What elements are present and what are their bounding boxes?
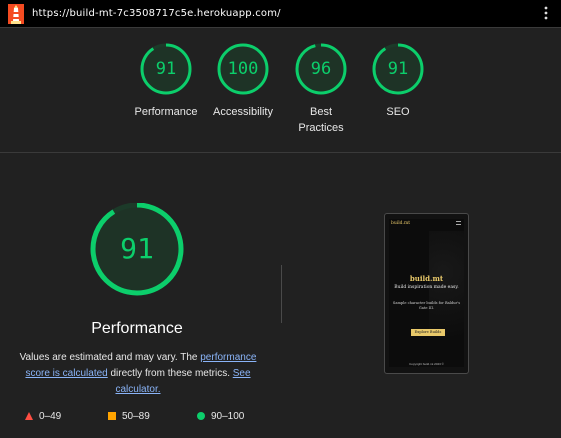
legend-range: 90–100 bbox=[211, 411, 245, 422]
big-gauge-score: 91 bbox=[120, 232, 154, 265]
screenshot-header: build.mt bbox=[391, 221, 411, 226]
gauge-score: 91 bbox=[155, 59, 177, 79]
note-text: directly from these metrics. bbox=[107, 368, 233, 379]
category-gauges: 91 Performance 100 Accessibility 96 Best… bbox=[0, 28, 561, 152]
gauge-seo[interactable]: 91 SEO bbox=[363, 42, 433, 120]
url-text: https://build-mt-7c3508717c5e.herokuapp.… bbox=[32, 8, 281, 19]
screenshot-tagline: Build inspiration made easy. bbox=[394, 285, 459, 290]
gauge-label: SEO bbox=[386, 106, 410, 118]
screenshot-footer: Copyright build.mt 2023 © bbox=[409, 362, 444, 366]
legend-average: 50–89 bbox=[108, 411, 150, 422]
circle-pass-icon bbox=[197, 412, 205, 421]
legend-range: 50–89 bbox=[122, 411, 150, 422]
gauge-performance[interactable]: 91 Performance bbox=[131, 42, 201, 120]
gauge-label: Performance bbox=[134, 106, 198, 118]
screenshot-page: build.mt build.mt Build inspiration made… bbox=[389, 219, 464, 367]
legend-range: 0–49 bbox=[39, 411, 62, 422]
note-text: Values are estimated and may vary. The bbox=[19, 352, 201, 363]
section-divider bbox=[0, 152, 561, 153]
screenshot-brand: build.mt bbox=[409, 274, 444, 283]
background-texture bbox=[429, 231, 464, 367]
gauge-score: 91 bbox=[387, 59, 409, 79]
hamburger-icon bbox=[456, 221, 461, 225]
gauge-label: Best Practices bbox=[298, 106, 344, 134]
legend-pass: 90–100 bbox=[197, 411, 244, 422]
legend-fail: 0–49 bbox=[25, 411, 61, 422]
lighthouse-icon[interactable] bbox=[8, 4, 24, 24]
gauge-accessibility[interactable]: 100 Accessibility bbox=[208, 42, 278, 120]
final-screenshot-thumbnail[interactable]: build.mt build.mt Build inspiration made… bbox=[384, 213, 469, 374]
gauge-best-practices[interactable]: 96 Best Practices bbox=[286, 42, 356, 136]
metrics-note: Values are estimated and may vary. The p… bbox=[8, 350, 268, 398]
performance-title: Performance bbox=[91, 320, 183, 337]
screenshot-subtitle: Sample character builds for Baldur's Gat… bbox=[392, 301, 461, 310]
performance-big-gauge: 91 bbox=[86, 202, 188, 305]
square-average-icon bbox=[108, 412, 116, 421]
gauge-score: 96 bbox=[310, 59, 332, 79]
screenshot-cta: Explore Builds bbox=[411, 329, 445, 336]
triangle-fail-icon bbox=[25, 412, 33, 421]
gauge-label: Accessibility bbox=[213, 106, 273, 118]
vertical-divider bbox=[281, 265, 282, 323]
more-vertical-icon[interactable] bbox=[537, 4, 555, 22]
gauge-score: 100 bbox=[227, 59, 259, 79]
topbar: https://build-mt-7c3508717c5e.herokuapp.… bbox=[0, 0, 561, 28]
